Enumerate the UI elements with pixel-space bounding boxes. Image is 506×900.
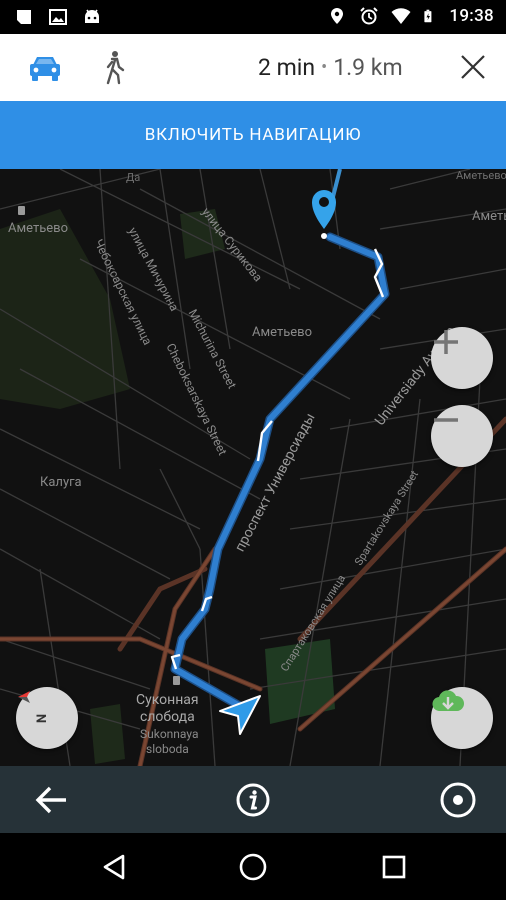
nav-home-icon <box>239 853 267 881</box>
nav-recents-button[interactable] <box>374 847 414 887</box>
map-label: sloboda <box>146 742 189 756</box>
map-label: Калуга <box>40 475 82 490</box>
map-label: слобода <box>140 709 195 725</box>
compass-letter: N <box>35 713 51 723</box>
wifi-icon <box>391 8 411 24</box>
map-label: Аметьево <box>8 221 68 236</box>
back-button[interactable] <box>30 779 72 821</box>
compass-icon <box>18 691 30 703</box>
compass-button[interactable]: N <box>16 687 78 749</box>
gallery-icon <box>49 9 67 25</box>
map-label: Аметь <box>472 209 506 224</box>
map-view[interactable]: Аметьево Аметьево Аметьево Аметь Да улиц… <box>0 169 506 766</box>
minus-icon <box>434 418 458 422</box>
route-separator: • <box>321 57 328 78</box>
route-distance: 1.9 km <box>333 54 403 81</box>
status-time: 19:38 <box>449 6 494 26</box>
cloud-download-icon <box>432 690 465 712</box>
battery-charging-icon <box>424 9 432 23</box>
info-button[interactable] <box>232 779 274 821</box>
route-summary: 2 min • 1.9 km <box>258 54 403 81</box>
my-location-button[interactable] <box>437 779 479 821</box>
notes-icon <box>17 10 31 24</box>
destination-pin-icon <box>312 190 336 229</box>
start-navigation-button[interactable]: ВКЛЮЧИТЬ НАВИГАЦИЮ <box>0 101 506 169</box>
nav-home-button[interactable] <box>233 847 273 887</box>
map-label: Аметьево <box>252 325 312 340</box>
close-icon[interactable] <box>460 54 486 80</box>
info-icon <box>236 783 270 817</box>
map-label: Аметьево <box>456 169 506 182</box>
map-label: Суконная <box>136 692 199 708</box>
car-icon[interactable] <box>26 52 64 84</box>
map-canvas <box>0 169 506 766</box>
walk-icon[interactable] <box>100 50 128 86</box>
alarm-icon <box>360 7 379 25</box>
zoom-in-button[interactable] <box>431 327 493 389</box>
zoom-out-button[interactable] <box>431 405 493 467</box>
my-location-icon <box>440 782 476 818</box>
status-bar: 19:38 <box>0 0 506 34</box>
route-time: 2 min <box>258 54 316 81</box>
start-navigation-label: ВКЛЮЧИТЬ НАВИГАЦИЮ <box>144 125 362 145</box>
bottom-toolbar <box>0 766 506 833</box>
plus-icon <box>434 330 458 354</box>
nav-back-button[interactable] <box>94 847 134 887</box>
nav-recents-icon <box>382 855 406 879</box>
download-map-button[interactable] <box>431 687 493 749</box>
arrow-back-icon <box>35 786 66 814</box>
map-label: Да <box>126 171 141 184</box>
location-icon <box>331 8 344 24</box>
route-header: 2 min • 1.9 km <box>0 34 506 101</box>
system-nav-bar <box>0 833 506 900</box>
map-label: Sukonnaya <box>140 727 199 741</box>
nav-back-icon <box>103 854 125 880</box>
android-icon <box>85 9 99 23</box>
